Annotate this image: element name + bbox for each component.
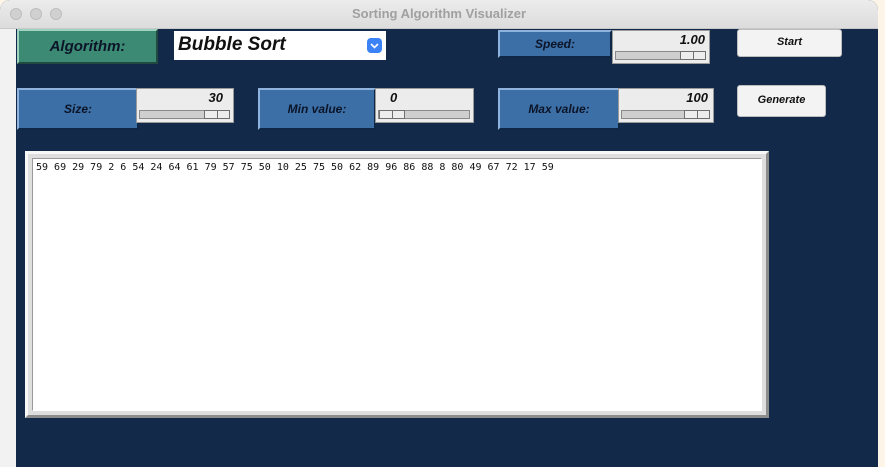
size-slider[interactable]: 30	[136, 88, 234, 123]
chevron-down-icon[interactable]	[367, 38, 382, 53]
size-thumb[interactable]	[204, 110, 230, 119]
max-value-slider[interactable]: 100	[618, 88, 714, 123]
max-value-trough[interactable]	[621, 110, 710, 119]
window-title: Sorting Algorithm Visualizer	[351, 6, 527, 21]
size-trough[interactable]	[139, 110, 230, 119]
algorithm-selected-value: Bubble Sort	[178, 34, 286, 55]
speed-slider[interactable]: 1.00	[612, 30, 710, 64]
min-value-value: 0	[390, 90, 398, 105]
left-edge-strip	[0, 29, 16, 467]
speed-trough[interactable]	[615, 51, 706, 60]
algorithm-select[interactable]: Bubble Sort	[174, 31, 386, 60]
array-display-frame: 59 69 29 79 2 6 54 24 64 61 79 57 75 50 …	[25, 151, 769, 418]
speed-thumb[interactable]	[680, 51, 706, 60]
speed-value: 1.00	[679, 32, 705, 47]
size-value: 30	[208, 90, 223, 105]
array-text-area[interactable]: 59 69 29 79 2 6 54 24 64 61 79 57 75 50 …	[32, 158, 762, 411]
start-button[interactable]: Start	[737, 29, 842, 57]
generate-button[interactable]: Generate	[737, 85, 826, 117]
max-value-thumb[interactable]	[684, 110, 710, 119]
min-value-thumb[interactable]	[379, 110, 405, 119]
min-value-slider[interactable]: 0	[375, 88, 474, 123]
max-value-value: 100	[686, 90, 708, 105]
speed-label: Speed:	[498, 30, 612, 58]
title-bar: Sorting Algorithm Visualizer	[0, 0, 878, 29]
array-values-text: 59 69 29 79 2 6 54 24 64 61 79 57 75 50 …	[36, 162, 554, 173]
min-value-label: Min value:	[258, 88, 376, 130]
app-window: Sorting Algorithm Visualizer Algorithm: …	[0, 0, 878, 467]
max-value-label: Max value:	[498, 88, 620, 130]
algorithm-label: Algorithm:	[17, 29, 158, 64]
min-value-trough[interactable]	[378, 110, 470, 119]
size-label: Size:	[17, 88, 139, 130]
